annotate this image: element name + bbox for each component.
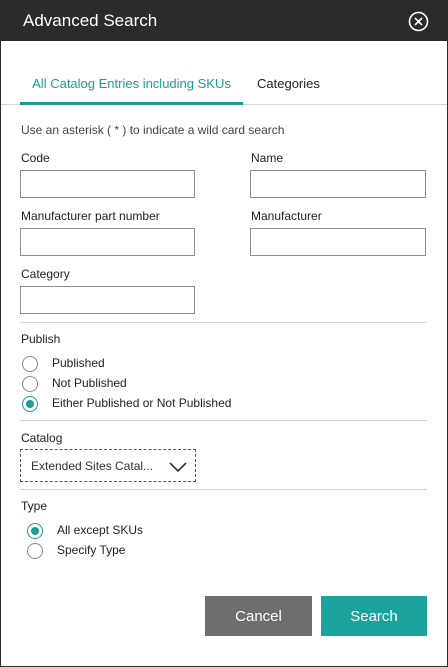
dialog-header: Advanced Search xyxy=(1,1,447,41)
radio-button[interactable] xyxy=(27,543,43,559)
catalog-selected-value: Extended Sites Catal... xyxy=(31,459,154,473)
publish-label: Publish xyxy=(21,332,61,346)
dialog-title: Advanced Search xyxy=(23,11,158,30)
radio-label: Either Published or Not Published xyxy=(52,396,232,410)
category-label: Category xyxy=(21,267,70,281)
manufacturer-input[interactable] xyxy=(250,228,426,256)
manufacturer-part-number-label: Manufacturer part number xyxy=(21,209,160,223)
radio-button[interactable] xyxy=(22,376,38,392)
radio-label: Not Published xyxy=(52,376,127,390)
manufacturer-part-number-input[interactable] xyxy=(20,228,195,256)
catalog-label: Catalog xyxy=(21,431,63,445)
divider xyxy=(20,322,427,323)
advanced-search-dialog: Advanced Search All Catalog Entries incl… xyxy=(0,0,448,667)
chevron-down-icon xyxy=(169,460,187,473)
radio-button[interactable] xyxy=(22,396,38,412)
category-input[interactable] xyxy=(20,286,195,314)
name-input[interactable] xyxy=(250,170,426,198)
tab-all-catalog-entries[interactable]: All Catalog Entries including SKUs xyxy=(20,71,243,105)
radio-label: Published xyxy=(52,356,105,370)
code-label: Code xyxy=(21,151,50,165)
catalog-select[interactable]: Extended Sites Catal... xyxy=(20,449,196,482)
code-input[interactable] xyxy=(20,170,195,198)
divider xyxy=(20,489,427,490)
cancel-button[interactable]: Cancel xyxy=(205,596,312,636)
radio-button[interactable] xyxy=(22,356,38,372)
type-label: Type xyxy=(21,499,48,513)
search-tabs: All Catalog Entries including SKUs Categ… xyxy=(1,71,447,105)
divider xyxy=(20,420,427,421)
wildcard-hint: Use an asterisk ( * ) to indicate a wild… xyxy=(21,123,285,137)
tab-categories[interactable]: Categories xyxy=(257,71,320,102)
search-button[interactable]: Search xyxy=(321,596,427,636)
name-label: Name xyxy=(251,151,284,165)
manufacturer-label: Manufacturer xyxy=(251,209,322,223)
close-icon[interactable] xyxy=(408,11,429,32)
radio-label: All except SKUs xyxy=(57,523,144,537)
radio-button[interactable] xyxy=(27,523,43,539)
radio-label: Specify Type xyxy=(57,543,126,557)
